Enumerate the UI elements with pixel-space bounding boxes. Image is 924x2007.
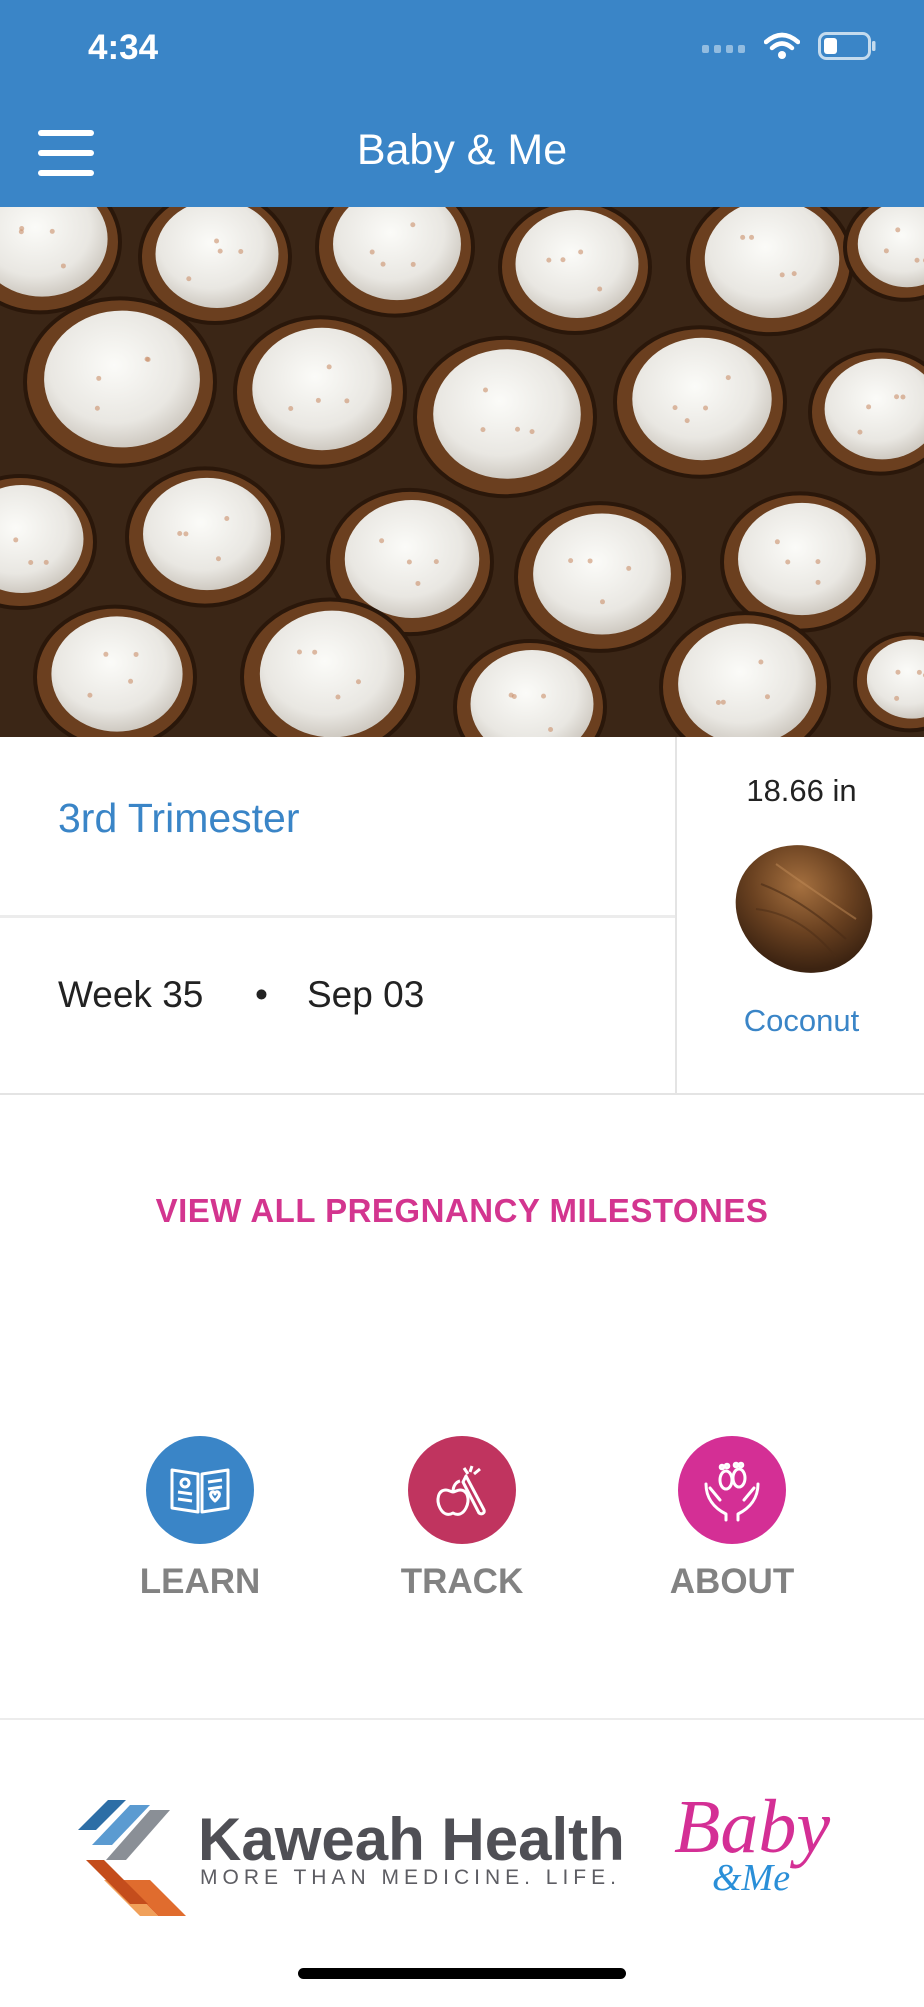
learn-label: LEARN	[139, 1562, 261, 1601]
status-icons	[702, 32, 876, 60]
track-label: TRACK	[400, 1562, 524, 1601]
app-logo-sub: &Me	[712, 1857, 790, 1899]
signal-icon	[702, 45, 745, 53]
trimester-row[interactable]: 3rd Trimester	[0, 737, 675, 918]
coconut-icon	[735, 845, 873, 973]
nav-bar: Baby & Me	[0, 100, 924, 207]
status-time: 4:34	[88, 28, 159, 67]
separator-dot: •	[255, 974, 268, 1015]
hero-image	[0, 207, 924, 737]
week-row: Week 35 • Sep 03	[0, 918, 675, 1093]
wifi-icon	[764, 32, 800, 59]
status-bar: 4:34	[0, 0, 924, 100]
kaweah-health-logo: Kaweah Health MORE THAN MEDICINE. LIFE.	[78, 1800, 625, 1916]
home-indicator	[298, 1968, 626, 1979]
baby-size-card[interactable]: 18.66 in Coconut	[675, 737, 924, 1093]
battery-icon	[818, 32, 876, 60]
track-button[interactable]: TRACK	[372, 1436, 552, 1602]
learn-icon	[146, 1436, 254, 1544]
trimester-label: 3rd Trimester	[58, 795, 300, 841]
footer-logos: Kaweah Health MORE THAN MEDICINE. LIFE. …	[78, 1785, 830, 1916]
learn-button[interactable]: LEARN	[110, 1436, 290, 1602]
page-title: Baby & Me	[356, 126, 568, 174]
pregnancy-info-panel: 3rd Trimester Week 35 • Sep 03 18.66 in …	[0, 737, 924, 1095]
about-button[interactable]: ABOUT	[642, 1436, 822, 1602]
brand-name: Kaweah Health	[198, 1806, 625, 1873]
brand-tagline: MORE THAN MEDICINE. LIFE.	[200, 1866, 621, 1889]
track-icon	[408, 1436, 516, 1544]
baby-length: 18.66 in	[746, 773, 857, 808]
about-icon	[678, 1436, 786, 1544]
baby-and-me-logo: Baby &Me	[674, 1785, 830, 1899]
due-date: Sep 03	[307, 974, 425, 1015]
footer: Kaweah Health MORE THAN MEDICINE. LIFE. …	[0, 1718, 924, 2002]
week-label: Week 35	[58, 974, 204, 1015]
fruit-name: Coconut	[743, 1003, 860, 1038]
about-label: ABOUT	[669, 1562, 795, 1601]
view-milestones-link[interactable]: VIEW ALL PREGNANCY MILESTONES	[0, 1192, 924, 1230]
